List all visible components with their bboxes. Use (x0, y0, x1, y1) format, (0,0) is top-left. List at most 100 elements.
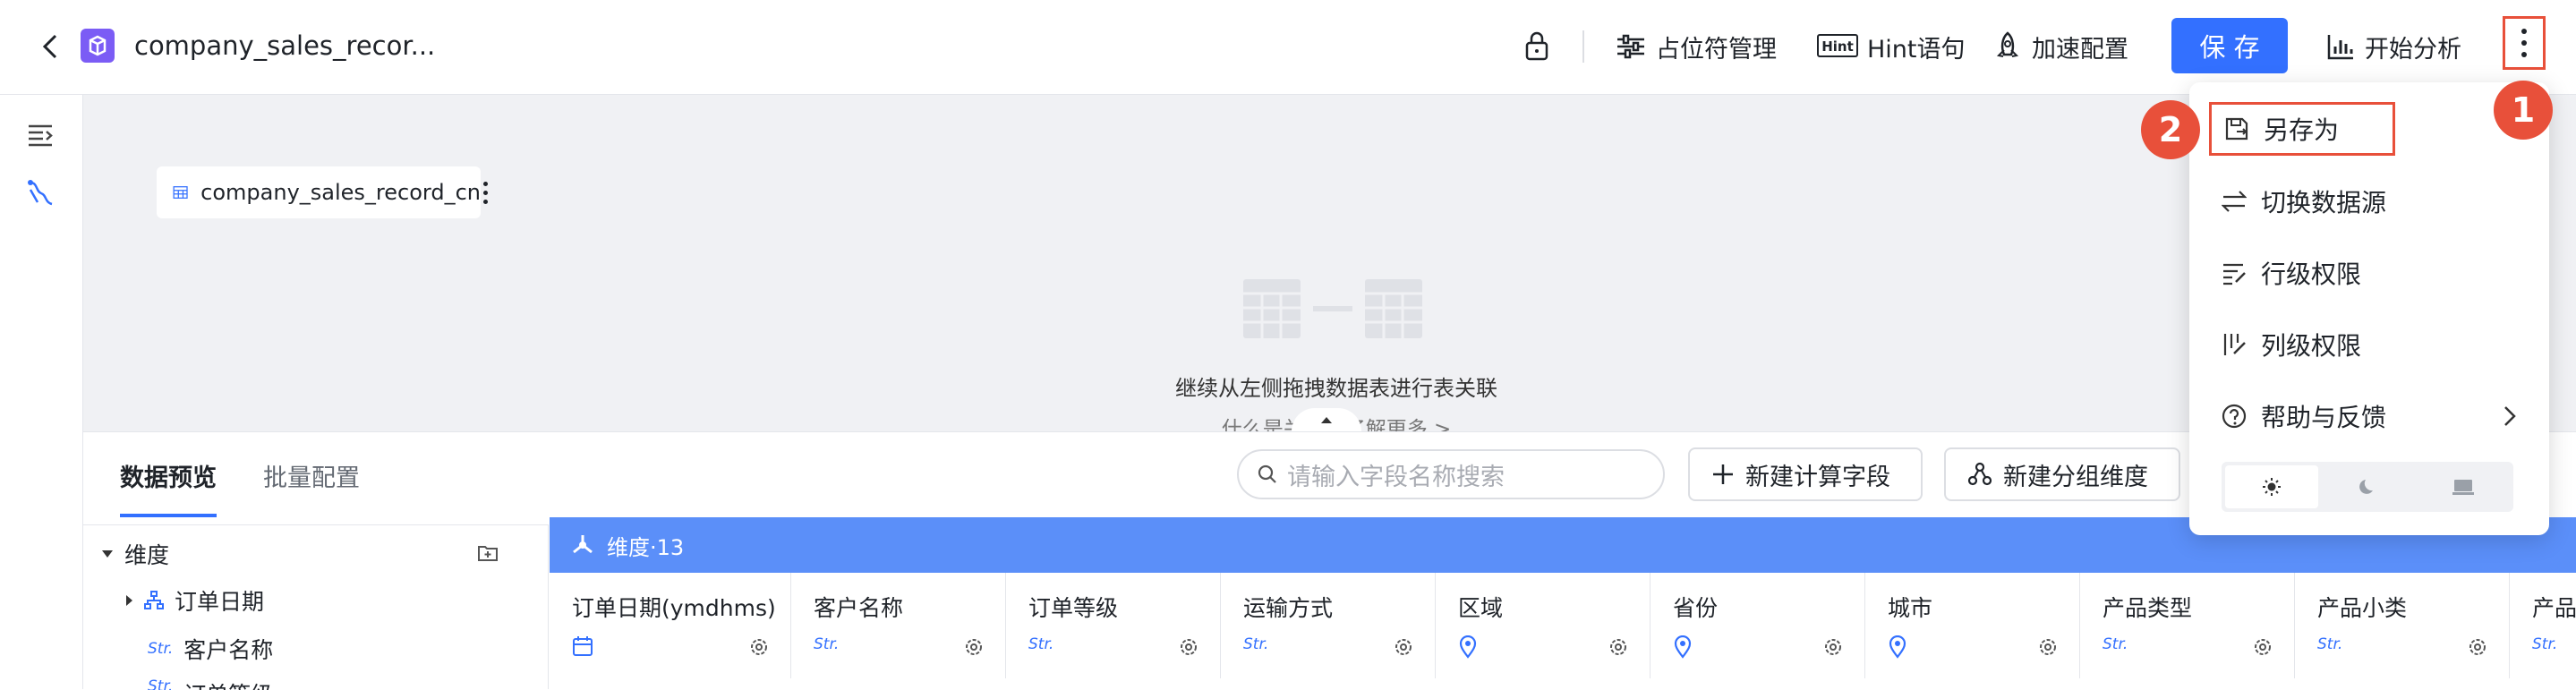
table-chip[interactable]: company_sales_record_cn (157, 166, 481, 218)
gear-icon[interactable] (2253, 637, 2273, 657)
expand-list-icon[interactable] (25, 120, 55, 150)
column-product[interactable]: 产品 Str. (2510, 573, 2576, 678)
tab-batch-config[interactable]: 批量配置 (263, 458, 360, 493)
hierarchy-icon (144, 591, 164, 609)
new-group-dim-button[interactable]: 新建分组维度 (1944, 447, 2180, 501)
column-name: 订单等级 (1028, 595, 1119, 621)
start-analysis-button[interactable]: 开始分析 (2325, 23, 2461, 70)
column-product-subtype[interactable]: 产品小类 Str. (2295, 573, 2510, 678)
save-label: 保 存 (2199, 32, 2260, 63)
column-type-tag: Str. (1243, 635, 1269, 653)
field-tree: 维度 订单日期 Str. 客户名称 Str. 订单等级 (83, 524, 549, 690)
annotation-badge-2: 2 (2141, 100, 2200, 159)
table-chip-label: company_sales_record_cn (200, 180, 481, 205)
tree-item-order-level[interactable]: Str. 订单等级 (148, 677, 273, 690)
str-type-tag: Str. (148, 640, 174, 658)
speed-config-button[interactable]: 加速配置 (1992, 23, 2128, 70)
tree-item-customer-name[interactable]: Str. 客户名称 (148, 633, 273, 665)
sun-icon (2263, 478, 2281, 496)
gear-icon[interactable] (1394, 637, 1413, 657)
help-icon (2222, 404, 2247, 429)
column-type-tag: Str. (2532, 635, 2558, 653)
column-name: 省份 (1673, 595, 1719, 621)
column-permission-icon (2223, 334, 2246, 355)
gear-icon[interactable] (964, 637, 984, 657)
new-calc-field-button[interactable]: 新建计算字段 (1688, 447, 1923, 501)
more-menu-button[interactable] (2503, 16, 2546, 70)
tab-data-preview[interactable]: 数据预览 (120, 458, 217, 493)
dimension-header[interactable]: 维度 (101, 538, 169, 570)
left-rail (0, 95, 83, 689)
back-icon[interactable] (34, 30, 66, 63)
start-analysis-label: 开始分析 (2365, 35, 2461, 64)
join-placeholder-icon (1243, 279, 1422, 338)
more-dots-icon (2521, 29, 2527, 34)
column-name: 产品 (2532, 595, 2576, 621)
column-order-date[interactable]: 订单日期(ymdhms) (550, 573, 791, 678)
hint-button[interactable]: Hint Hint语句 (1817, 23, 1966, 70)
menu-item-switch-datasource[interactable]: 切换数据源 (2189, 175, 2549, 228)
column-type-tag: Str. (814, 635, 840, 653)
gear-icon[interactable] (1179, 637, 1198, 657)
column-product-type[interactable]: 产品类型 Str. (2080, 573, 2295, 678)
menu-item-label: 行级权限 (2261, 260, 2362, 289)
speed-config-label: 加速配置 (2032, 35, 2128, 64)
save-button[interactable]: 保 存 (2171, 18, 2288, 73)
column-province[interactable]: 省份 (1651, 573, 1865, 678)
column-name: 客户名称 (814, 595, 904, 621)
chevron-right-icon (2504, 406, 2516, 426)
menu-item-label: 另存为 (2264, 115, 2340, 145)
column-name: 产品小类 (2317, 595, 2408, 621)
save-as-icon (2225, 117, 2248, 141)
tree-item-label: 客户名称 (183, 637, 274, 663)
add-folder-icon[interactable] (477, 543, 499, 563)
top-bar: company_sales_recor... 占位符管理 Hint Hint语句… (0, 0, 2576, 95)
column-shipping-method[interactable]: 运输方式 Str. (1221, 573, 1436, 678)
tree-item-label: 订单等级 (183, 677, 273, 690)
table-chip-more-icon[interactable] (481, 177, 490, 208)
gear-icon[interactable] (2038, 637, 2058, 657)
hint-label: Hint语句 (1867, 35, 1966, 64)
field-search-input[interactable]: 请输入字段名称搜索 (1237, 449, 1665, 499)
column-name: 区域 (1458, 595, 1504, 621)
column-name: 订单日期(ymdhms) (572, 595, 776, 621)
column-customer-name[interactable]: 客户名称 Str. (791, 573, 1006, 678)
plus-icon (1713, 464, 1733, 484)
tree-item-order-date[interactable]: 订单日期 (124, 584, 264, 617)
location-pin-icon (1888, 635, 1907, 659)
datasource-icon[interactable] (25, 177, 55, 208)
theme-dark-button[interactable] (2322, 465, 2415, 508)
column-city[interactable]: 城市 (1865, 573, 2080, 678)
monitor-icon (2452, 480, 2474, 495)
gear-icon[interactable] (1823, 637, 1843, 657)
lock-icon[interactable] (1520, 29, 1554, 63)
menu-item-row-permission[interactable]: 行级权限 (2189, 246, 2549, 300)
tab-active-underline (120, 514, 217, 517)
header-divider (1582, 30, 1584, 63)
gear-icon[interactable] (1608, 637, 1628, 657)
str-type-tag: Str. (148, 677, 174, 690)
dataset-title: company_sales_recor... (134, 30, 436, 61)
gear-icon[interactable] (2468, 637, 2487, 657)
rocket-icon (1996, 31, 2019, 57)
collapse-handle[interactable] (1292, 408, 1361, 431)
column-type-tag: Str. (2103, 635, 2128, 653)
column-order-level[interactable]: 订单等级 Str. (1006, 573, 1221, 678)
menu-item-column-permission[interactable]: 列级权限 (2189, 318, 2549, 371)
join-hint-text: 继续从左侧拖拽数据表进行表关联 (1175, 376, 1497, 401)
menu-item-help-feedback[interactable]: 帮助与反馈 (2189, 389, 2549, 443)
theme-light-button[interactable] (2225, 465, 2318, 508)
column-region[interactable]: 区域 (1436, 573, 1651, 678)
menu-item-save-as[interactable]: 另存为 (2209, 102, 2395, 156)
menu-item-label: 切换数据源 (2261, 188, 2387, 217)
theme-system-button[interactable] (2417, 465, 2510, 508)
column-name: 城市 (1888, 595, 1933, 621)
placeholder-mgmt-label: 占位符管理 (1656, 35, 1777, 64)
bar-chart-icon (2327, 35, 2353, 60)
group-icon (1967, 462, 1992, 486)
gear-icon[interactable] (749, 637, 769, 657)
location-pin-icon (1458, 635, 1478, 659)
placeholder-mgmt-button[interactable]: 占位符管理 (1615, 23, 1777, 70)
column-name: 运输方式 (1243, 595, 1334, 621)
tree-item-label: 订单日期 (175, 589, 265, 615)
